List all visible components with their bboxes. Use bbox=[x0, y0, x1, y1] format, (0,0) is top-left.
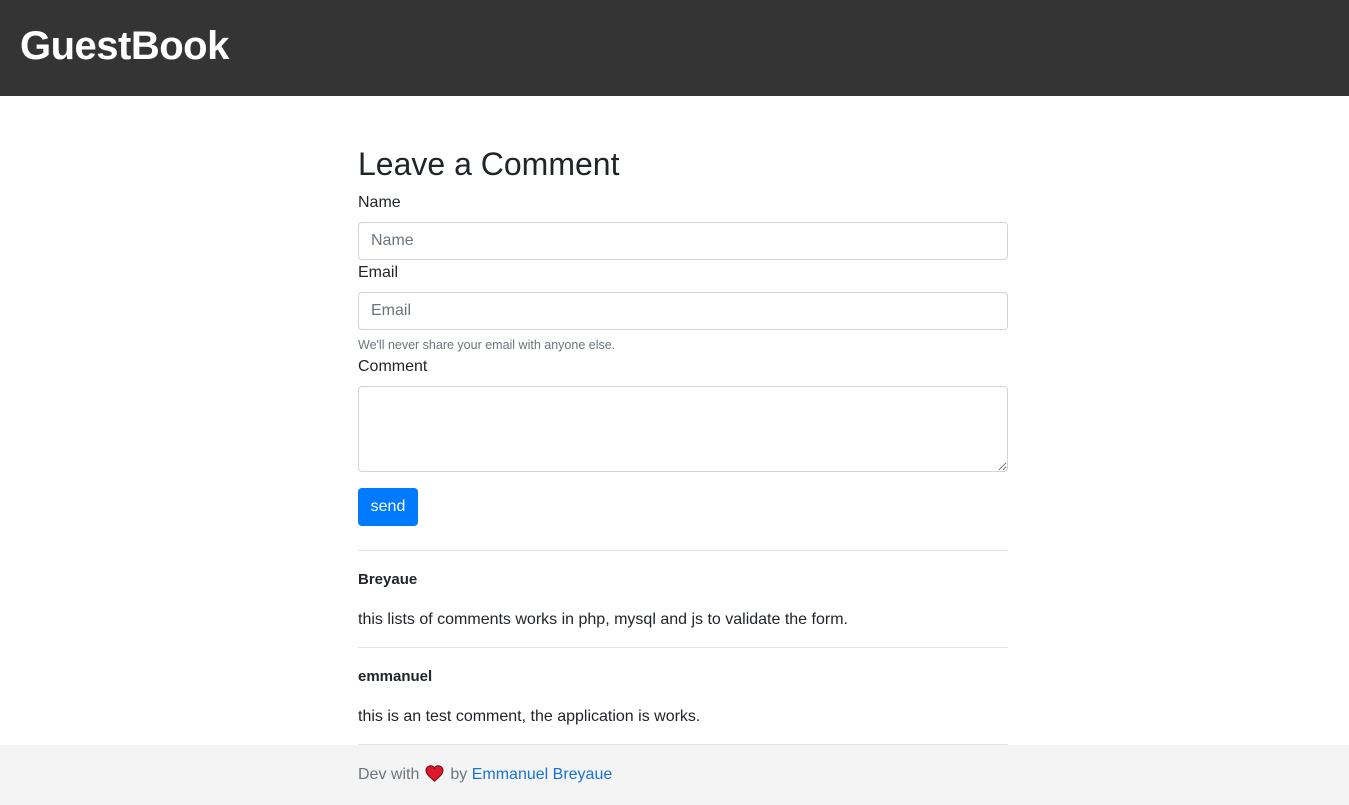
send-button[interactable]: send bbox=[358, 488, 418, 526]
author-link[interactable]: Emmanuel Breyaue bbox=[472, 766, 613, 783]
page-title: Leave a Comment bbox=[358, 146, 620, 182]
comment-text: this lists of comments works in php, mys… bbox=[358, 611, 848, 628]
comment-author: Breyaue bbox=[358, 571, 418, 588]
name-input[interactable] bbox=[358, 222, 1008, 260]
email-input[interactable] bbox=[358, 292, 1008, 330]
email-label: Email bbox=[358, 264, 399, 281]
navbar: GuestBook bbox=[0, 0, 1349, 96]
footer-credit: Dev with by Emmanuel Breyaue bbox=[358, 765, 612, 788]
comment-textarea[interactable] bbox=[358, 386, 1008, 472]
footer: Dev with by Emmanuel Breyaue bbox=[0, 745, 1349, 805]
footer-by: by bbox=[450, 766, 468, 783]
comment-text: this is an test comment, the application… bbox=[358, 708, 701, 725]
name-label: Name bbox=[358, 194, 401, 211]
comment-author: emmanuel bbox=[358, 668, 433, 685]
heart-icon bbox=[425, 765, 444, 788]
email-help-text: We'll never share your email with anyone… bbox=[358, 338, 616, 352]
divider bbox=[358, 550, 1008, 551]
footer-prefix: Dev with bbox=[358, 766, 420, 783]
brand-title[interactable]: GuestBook bbox=[20, 22, 229, 70]
comment-label: Comment bbox=[358, 358, 428, 375]
divider bbox=[358, 647, 1008, 648]
